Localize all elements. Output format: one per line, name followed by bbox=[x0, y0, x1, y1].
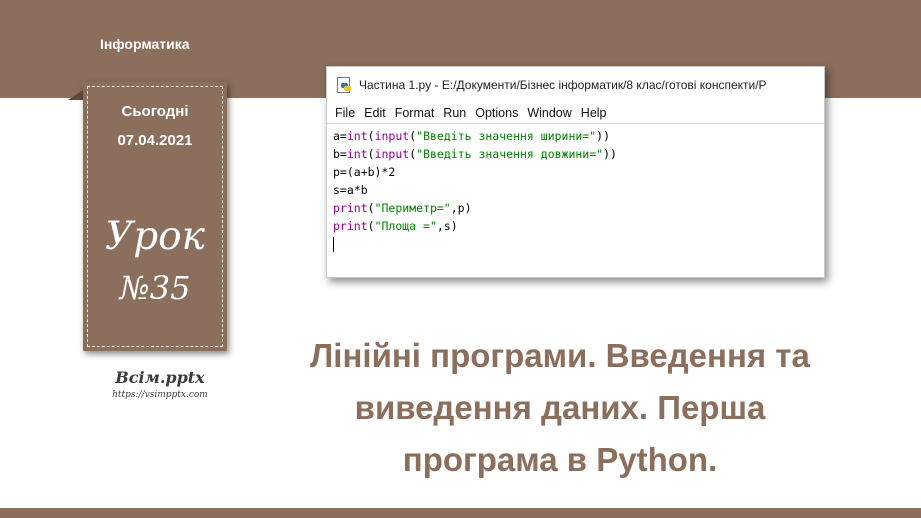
slide-title: Лінійні програми. Введення та виведення … bbox=[240, 330, 880, 486]
card-tab-decoration bbox=[68, 90, 83, 100]
idle-editor-window: Частина 1.py - E:/Документи/Бізнес інфор… bbox=[326, 66, 825, 278]
python-file-icon bbox=[337, 77, 351, 93]
today-label: Сьогодні bbox=[121, 103, 189, 120]
menu-file[interactable]: File bbox=[335, 106, 355, 120]
text-cursor bbox=[333, 237, 334, 252]
code-line-1: a=int(input("Введіть значення ширини=")) bbox=[333, 129, 611, 143]
date-card-border: Сьогодні 07.04.2021 Урок №35 bbox=[87, 86, 223, 347]
title-line-3: програма в Python. bbox=[402, 441, 718, 478]
menu-options[interactable]: Options bbox=[475, 106, 518, 120]
lesson-number: №35 bbox=[119, 269, 191, 307]
window-title: Частина 1.py - E:/Документи/Бізнес інфор… bbox=[359, 78, 767, 92]
window-titlebar[interactable]: Частина 1.py - E:/Документи/Бізнес інфор… bbox=[327, 67, 824, 103]
code-line-6: print("Площа =",s) bbox=[333, 219, 458, 233]
date-card: Сьогодні 07.04.2021 Урок №35 bbox=[83, 82, 227, 351]
date-value: 07.04.2021 bbox=[117, 132, 193, 149]
code-line-3: p=(a+b)*2 bbox=[333, 165, 396, 179]
menu-bar: File Edit Format Run Options Window Help bbox=[327, 103, 824, 123]
menu-edit[interactable]: Edit bbox=[364, 106, 386, 120]
title-line-2: виведення даних. Перша bbox=[354, 389, 766, 426]
menu-window[interactable]: Window bbox=[527, 106, 571, 120]
menu-format[interactable]: Format bbox=[395, 106, 435, 120]
brand-url: https://vsimpptx.com bbox=[112, 390, 208, 400]
code-line-2: b=int(input("Введіть значення довжини=")… bbox=[333, 147, 617, 161]
subject-label: Інформатика bbox=[100, 36, 190, 52]
footer-band bbox=[0, 508, 921, 518]
code-editor[interactable]: a=int(input("Введіть значення ширини="))… bbox=[327, 123, 824, 277]
title-line-1: Лінійні програми. Введення та bbox=[310, 337, 810, 374]
menu-run[interactable]: Run bbox=[443, 106, 466, 120]
brand-logo: Всім.pptx bbox=[115, 368, 205, 387]
code-line-5: print("Периметр=",p) bbox=[333, 201, 472, 215]
code-line-4: s=a*b bbox=[333, 183, 368, 197]
menu-help[interactable]: Help bbox=[581, 106, 607, 120]
lesson-label: Урок bbox=[105, 214, 205, 259]
